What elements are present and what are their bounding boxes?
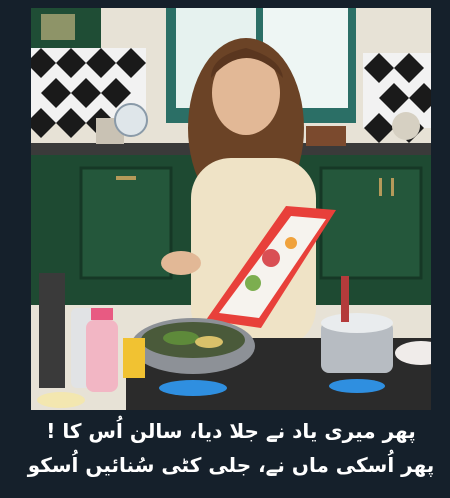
- kitchen-scene: [31, 8, 431, 410]
- caption-line-1: پھر میری یاد نے جلا دیا، سالن اُس کا !: [46, 419, 416, 443]
- post-card: پھر میری یاد نے جلا دیا، سالن اُس کا ! پ…: [0, 0, 450, 498]
- post-image[interactable]: [31, 8, 431, 410]
- post-caption: پھر میری یاد نے جلا دیا، سالن اُس کا ! پ…: [20, 414, 442, 496]
- caption-line-2: پھر اُسکی ماں نے، جلی کٹی سُنائیں اُسکو: [27, 453, 435, 477]
